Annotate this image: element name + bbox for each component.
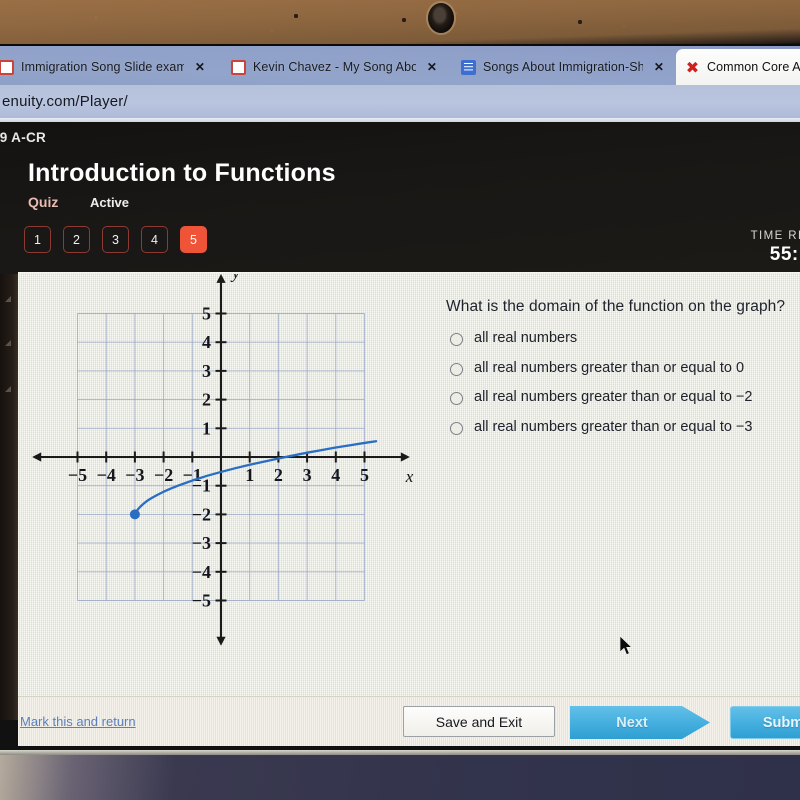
browser-tab-1-title: Immigration Song Slide exam <box>21 60 184 74</box>
url-text: enuity.com/Player/ <box>2 93 128 110</box>
svg-text:1: 1 <box>202 418 211 438</box>
x-icon: ✖ <box>685 57 700 77</box>
browser-tab-2-close-icon[interactable]: ✕ <box>423 61 441 73</box>
microphone-hole-left <box>294 14 298 18</box>
function-graph: −5−4−3−2−112345−5−4−3−2−112345xy <box>32 274 432 654</box>
answer-choice-3-label: all real numbers greater than or equal t… <box>474 389 753 406</box>
svg-text:−4: −4 <box>97 465 116 485</box>
svg-text:1: 1 <box>245 465 254 485</box>
timer: TIME REM 55: <box>751 230 800 266</box>
graph-svg: −5−4−3−2−112345−5−4−3−2−112345xy <box>32 274 414 646</box>
svg-text:−2: −2 <box>192 504 211 524</box>
browser-tab-3-close-icon[interactable]: ✕ <box>650 61 668 73</box>
slides-icon <box>0 59 14 75</box>
next-button-label: Next <box>616 714 648 731</box>
answer-choice-3[interactable]: all real numbers greater than or equal t… <box>450 389 800 406</box>
answer-choice-1[interactable]: all real numbers <box>450 330 800 347</box>
browser-tab-2-title: Kevin Chavez - My Song Abou <box>253 60 416 74</box>
submit-button[interactable]: Submi <box>730 706 800 739</box>
browser-tab-3-title: Songs About Immigration-Sho <box>483 60 643 74</box>
answer-choice-2[interactable]: all real numbers greater than or equal t… <box>450 360 800 377</box>
app-header: 09 A-CR Introduction to Functions Quiz A… <box>0 122 800 274</box>
browser-tab-2[interactable]: Kevin Chavez - My Song Abou ✕ <box>222 49 447 85</box>
save-and-exit-button[interactable]: Save and Exit <box>403 706 555 737</box>
radio-button-1[interactable] <box>450 333 463 346</box>
svg-text:−2: −2 <box>154 465 173 485</box>
activity-type-label: Quiz <box>28 194 59 210</box>
laptop-bottom-bezel <box>0 750 800 800</box>
browser-tab-1-close-icon[interactable]: ✕ <box>191 61 209 73</box>
answer-choices: all real numbers all real numbers greate… <box>450 330 800 449</box>
svg-text:x: x <box>405 467 414 486</box>
docs-icon <box>461 59 476 75</box>
svg-text:2: 2 <box>202 390 211 410</box>
answer-choice-4-label: all real numbers greater than or equal t… <box>474 419 753 436</box>
svg-text:5: 5 <box>202 304 211 324</box>
microphone-hole-inner-left <box>402 18 406 22</box>
rail-marker-icon <box>5 296 11 302</box>
activity-status-label: Active <box>90 195 130 210</box>
next-button[interactable]: Next <box>570 706 710 739</box>
mark-this-and-return-link[interactable]: Mark this and return <box>20 714 136 729</box>
svg-text:4: 4 <box>331 465 340 485</box>
question-nav-item-5[interactable]: 5 <box>180 226 207 253</box>
svg-text:−3: −3 <box>125 465 144 485</box>
answer-choice-4[interactable]: all real numbers greater than or equal t… <box>450 419 800 436</box>
microphone-hole-right <box>578 20 582 24</box>
question-nav: 1 2 3 4 5 <box>24 226 207 253</box>
left-rail <box>0 274 18 720</box>
slides-icon <box>231 59 246 75</box>
browser-tab-4-title: Common Core A <box>707 60 800 74</box>
svg-text:−3: −3 <box>192 533 211 553</box>
question-nav-item-4[interactable]: 4 <box>141 226 168 253</box>
browser-tab-strip: Immigration Song Slide exam ✕ Kevin Chav… <box>0 44 800 85</box>
laptop-top-bezel <box>0 0 800 44</box>
screenshot-root: Immigration Song Slide exam ✕ Kevin Chav… <box>0 0 800 800</box>
radio-button-4[interactable] <box>450 422 463 436</box>
svg-text:y: y <box>230 274 240 282</box>
svg-text:2: 2 <box>274 465 283 485</box>
answer-choice-1-label: all real numbers <box>474 330 578 346</box>
footer-bar: Mark this and return Save and Exit Next … <box>18 696 800 746</box>
svg-text:5: 5 <box>360 465 369 485</box>
question-nav-item-2[interactable]: 2 <box>63 226 90 253</box>
page-title: Introduction to Functions <box>28 159 336 187</box>
question-text: What is the domain of the function on th… <box>446 298 786 315</box>
svg-text:4: 4 <box>202 332 211 352</box>
timer-label: TIME REM <box>750 230 800 242</box>
mouse-cursor-icon <box>620 636 633 656</box>
svg-text:−5: −5 <box>68 465 87 485</box>
radio-button-2[interactable] <box>450 362 463 376</box>
question-content: −5−4−3−2−112345−5−4−3−2−112345xy What is… <box>18 272 800 696</box>
timer-value: 55: <box>769 244 799 265</box>
radio-button-3[interactable] <box>450 392 463 406</box>
question-nav-item-1[interactable]: 1 <box>24 226 51 253</box>
svg-text:−5: −5 <box>192 591 211 611</box>
rail-marker-icon <box>5 340 11 346</box>
question-nav-item-3[interactable]: 3 <box>102 226 129 253</box>
rail-marker-icon <box>5 386 11 392</box>
svg-text:3: 3 <box>303 465 312 485</box>
webcam-icon <box>428 3 454 33</box>
svg-text:−4: −4 <box>192 562 211 582</box>
browser-tab-1[interactable]: Immigration Song Slide exam ✕ <box>0 49 215 85</box>
browser-tab-4[interactable]: ✖ Common Core A <box>676 49 800 85</box>
course-code: 09 A-CR <box>0 130 47 145</box>
svg-text:3: 3 <box>202 361 211 381</box>
browser-tab-3[interactable]: Songs About Immigration-Sho ✕ <box>452 49 674 85</box>
address-bar[interactable]: enuity.com/Player/ <box>0 85 800 118</box>
answer-choice-2-label: all real numbers greater than or equal t… <box>474 359 745 376</box>
